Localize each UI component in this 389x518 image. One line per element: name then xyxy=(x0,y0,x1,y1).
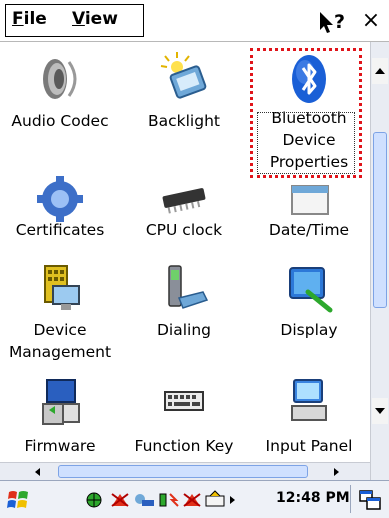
horizontal-scroll-thumb[interactable] xyxy=(58,465,308,478)
item-label: Certificates xyxy=(15,221,105,239)
focus-outline xyxy=(257,112,355,174)
scroll-right-icon[interactable] xyxy=(328,465,344,479)
scroll-left-icon[interactable] xyxy=(30,465,46,479)
horizontal-scrollbar[interactable] xyxy=(0,462,370,480)
file-menu-label: File xyxy=(12,9,47,29)
display-icon xyxy=(289,267,333,313)
bluetooth-icon xyxy=(292,55,326,103)
wireless-off-icon xyxy=(111,493,129,507)
window-switch-icon[interactable] xyxy=(358,489,382,511)
wireless-off-icon-2 xyxy=(183,493,201,507)
firmware-icon xyxy=(42,379,80,425)
item-input-panel[interactable]: Input Panel xyxy=(249,372,369,472)
item-cpu-clock[interactable]: CPU clock xyxy=(124,172,244,262)
device-management-icon xyxy=(44,265,80,310)
input-panel-icon xyxy=(291,379,327,421)
item-audio-codec[interactable]: Audio Codec xyxy=(0,42,120,172)
arrow-right-icon xyxy=(230,496,235,504)
input-method-icon xyxy=(205,490,225,507)
item-label-line: Management xyxy=(8,343,112,361)
item-label: Display xyxy=(280,321,338,339)
keyboard-icon xyxy=(164,391,204,411)
chevron-up-icon xyxy=(375,68,385,74)
taskbar: 12:48 PM xyxy=(0,480,389,518)
item-label: Input Panel xyxy=(265,437,353,455)
chevron-down-icon xyxy=(375,408,385,414)
view-menu-label: View xyxy=(72,9,118,29)
dialing-icon xyxy=(168,265,209,309)
scroll-down-button[interactable] xyxy=(372,398,388,424)
item-label: Firmware xyxy=(24,437,96,455)
taskbar-clock[interactable]: 12:48 PM xyxy=(276,490,350,506)
item-label: Function Key xyxy=(134,437,234,455)
item-label: Dialing xyxy=(156,321,211,339)
item-device-management[interactable]: Device Management xyxy=(0,262,120,372)
tray-icons xyxy=(86,490,235,508)
item-display[interactable]: Display xyxy=(249,262,369,372)
start-windows-icon[interactable] xyxy=(6,487,32,513)
item-label: Backlight xyxy=(148,112,220,130)
item-dialing[interactable]: Dialing xyxy=(124,262,244,372)
item-label: CPU clock xyxy=(145,221,223,239)
menu-bar: File View ? × xyxy=(0,0,389,42)
item-backlight[interactable]: Backlight xyxy=(124,42,244,172)
taskbar-separator xyxy=(350,485,351,513)
control-panel-grid: Audio Codec Backlight Bluetooth Device P… xyxy=(0,42,370,480)
vertical-scroll-thumb[interactable] xyxy=(373,132,387,308)
speaker-icon xyxy=(43,59,77,99)
item-function-key[interactable]: Function Key xyxy=(124,372,244,472)
help-label: ? xyxy=(334,11,345,33)
scroll-up-button[interactable] xyxy=(372,58,388,84)
battery-icon xyxy=(159,493,179,507)
help-button[interactable]: ? xyxy=(312,6,352,36)
help-pointer-icon: ? xyxy=(320,11,345,33)
vertical-scrollbar[interactable] xyxy=(370,42,389,480)
item-label: Audio Codec xyxy=(11,112,109,130)
item-certificates[interactable]: Certificates xyxy=(0,172,120,262)
close-button[interactable]: × xyxy=(356,6,386,36)
view-menu[interactable]: View xyxy=(66,4,142,37)
backlight-icon xyxy=(160,52,207,99)
item-label-line: Device xyxy=(33,321,87,339)
item-firmware[interactable]: Firmware xyxy=(0,372,120,472)
item-label: Date/Time xyxy=(268,221,350,239)
file-menu[interactable]: File xyxy=(6,4,66,37)
connection-icon xyxy=(135,494,154,506)
network-globe-icon xyxy=(86,492,102,508)
item-date-time[interactable]: Date/Time xyxy=(249,172,369,262)
